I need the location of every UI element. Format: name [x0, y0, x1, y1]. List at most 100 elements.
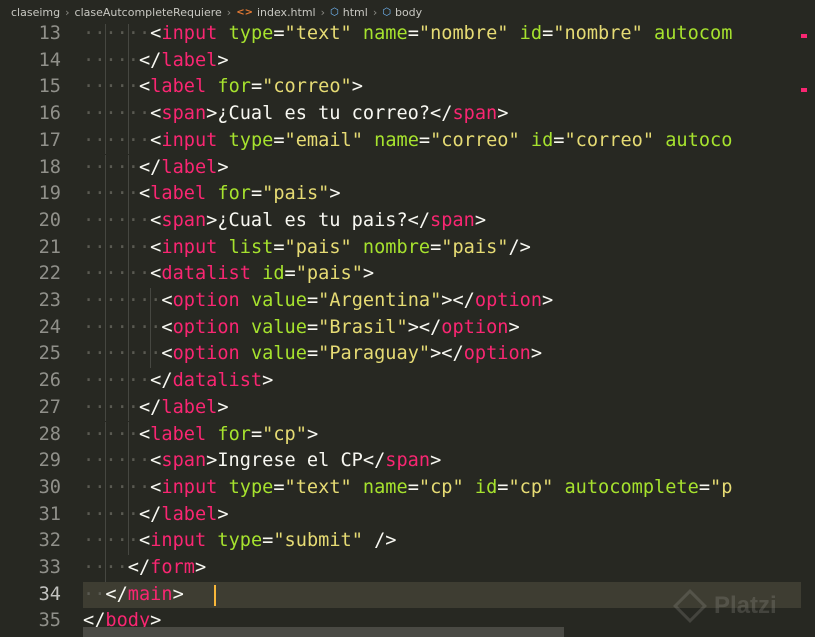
attribute-token: for — [217, 423, 251, 445]
code-line[interactable]: 24 ·······<option value="Brasil"></option… — [0, 314, 815, 342]
breadcrumb-item-body[interactable]: body — [395, 6, 422, 19]
horizontal-scrollbar[interactable] — [83, 627, 564, 637]
punctuation-token — [217, 130, 228, 151]
line-number: 26 — [38, 370, 61, 392]
code-line[interactable]: 29 ······<span>Ingrese el CP</span> — [0, 448, 815, 475]
modified-marker — [801, 34, 807, 38]
tag-name-token: option — [441, 316, 509, 338]
string-token: "submit" — [273, 530, 363, 552]
line-number: 19 — [38, 183, 61, 205]
tag-name-token: input — [161, 23, 218, 44]
punctuation-token — [352, 477, 363, 498]
punctuation-token: = — [250, 183, 263, 205]
breadcrumb-item-folder[interactable]: claseAutcompleteRequiere — [75, 6, 222, 19]
punctuation-token — [363, 130, 374, 151]
string-token: "pais" — [284, 236, 352, 258]
tag-name-token: label — [161, 49, 218, 71]
code-text[interactable]: ······<input type="text" name="nombre" i… — [83, 21, 732, 48]
code-line[interactable]: 17 ······<input type="email" name="correo… — [0, 127, 815, 155]
code-text[interactable]: ·······<option value="Paraguay"></option… — [83, 341, 542, 368]
indent-guide — [105, 341, 107, 369]
indent-guide — [127, 101, 129, 128]
code-text[interactable]: ······<span>¿Cual es tu pais?</span> — [83, 208, 486, 235]
code-text[interactable]: ·····<label for="cp"> — [83, 422, 318, 449]
code-line[interactable]: 26 ······</datalist> — [0, 368, 815, 395]
indent-guide — [127, 448, 129, 475]
punctuation-token: >Ingrese el CP</ — [206, 450, 386, 472]
code-line[interactable]: 33 ····</form> — [0, 555, 815, 582]
punctuation-token: < — [150, 476, 162, 498]
punctuation-token — [240, 290, 251, 311]
indent-guide — [105, 528, 107, 555]
punctuation-token: </ — [138, 156, 162, 178]
breadcrumb-item-html[interactable]: html — [343, 6, 368, 19]
indent-guide — [105, 74, 107, 102]
indent-guide — [127, 474, 129, 502]
code-text[interactable]: ······<span>¿Cual es tu correo?</span> — [83, 101, 508, 128]
code-line[interactable]: 23 ·······<option value="Argentina"></opt… — [0, 288, 815, 315]
breadcrumb-item-claseimg[interactable]: claseimg — [11, 6, 60, 19]
whitespace-indicator: ······ — [83, 476, 151, 498]
code-text[interactable]: ·····<input type="submit" /> — [83, 528, 397, 555]
tag-name-token: main — [127, 583, 173, 605]
tag-name-token: label — [150, 183, 207, 205]
code-text[interactable]: ······<input list="pais" nombre="pais"/> — [83, 235, 531, 262]
code-line[interactable]: 15 ·····<label for="correo"> — [0, 74, 815, 102]
punctuation-token — [240, 317, 251, 338]
code-line[interactable]: 32 ·····<input type="submit" /> — [0, 528, 815, 555]
code-line[interactable]: 28 ·····<label for="cp"> — [0, 421, 815, 449]
breadcrumb-item-file[interactable]: index.html — [257, 6, 316, 19]
string-token: "pais" — [262, 183, 330, 205]
attribute-token: type — [217, 530, 263, 552]
code-line[interactable]: 31 ·····</label> — [0, 501, 815, 529]
vertical-scrollbar[interactable] — [801, 20, 815, 637]
punctuation-token: = — [273, 23, 285, 44]
punctuation-token: = — [407, 23, 419, 44]
tag-name-token: span — [430, 209, 475, 231]
code-line[interactable]: 20 ······<span>¿Cual es tu pais?</span> — [0, 207, 815, 235]
tag-name-token: option — [463, 343, 531, 365]
code-text[interactable]: ·······<option value="Brasil"></option> — [83, 315, 520, 342]
code-text[interactable]: ······<span>Ingrese el CP</span> — [83, 448, 441, 475]
punctuation-token — [206, 530, 217, 551]
code-line[interactable]: 14 ·····</label> — [0, 47, 815, 75]
code-text[interactable]: ······<input type="email" name="correo" … — [83, 128, 732, 155]
code-text[interactable]: ··</main> — [83, 582, 184, 609]
code-line[interactable]: 22 ······<datalist id="pais"> — [0, 261, 815, 288]
whitespace-indicator: ······ — [83, 103, 151, 125]
whitespace-indicator: ····· — [83, 49, 139, 71]
punctuation-token: > — [217, 49, 229, 71]
indent-guide — [150, 341, 152, 369]
code-text[interactable]: ·······<option value="Argentina"></optio… — [83, 288, 553, 315]
code-line[interactable]: 30 ······<input type="text" name="cp" id=… — [0, 474, 815, 502]
string-token: "correo" — [430, 129, 520, 151]
indent-guide — [150, 314, 152, 342]
code-text[interactable]: ······<datalist id="pais"> — [83, 261, 374, 288]
code-text[interactable]: ······</datalist> — [83, 368, 273, 395]
string-token: "p — [710, 476, 733, 498]
code-line[interactable]: 21 ······<input list="pais" nombre="pais"… — [0, 234, 815, 262]
code-text[interactable]: ·····<label for="correo"> — [83, 74, 363, 101]
code-line[interactable]: 25 ·······<option value="Paraguay"></opti… — [0, 341, 815, 369]
code-line[interactable]: 18 ·····</label> — [0, 154, 815, 182]
attribute-token: name — [362, 476, 408, 498]
code-line[interactable]: 13 ······<input type="text" name="nombre"… — [0, 21, 815, 48]
indent-guide — [127, 421, 129, 449]
line-number: 14 — [38, 49, 61, 71]
code-text[interactable]: ····</form> — [83, 555, 206, 582]
code-line[interactable]: 16 ······<span>¿Cual es tu correo?</span> — [0, 101, 815, 128]
code-line[interactable]: 27 ·····</label> — [0, 394, 815, 422]
punctuation-token — [217, 237, 228, 258]
attribute-token: autocomplete — [564, 476, 699, 498]
code-line[interactable]: 19 ·····<label for="pais"> — [0, 181, 815, 208]
line-number: 32 — [38, 530, 61, 552]
punctuation-token: </ — [105, 583, 128, 605]
code-editor[interactable]: 13 ······<input type="text" name="nombre"… — [0, 20, 815, 637]
attribute-token: autoco — [665, 129, 733, 151]
punctuation-token: > — [329, 183, 341, 205]
code-text[interactable]: ·····<label for="pais"> — [83, 181, 341, 208]
code-text[interactable]: ······<input type="text" name="cp" id="c… — [83, 475, 732, 502]
punctuation-token: < — [150, 450, 162, 472]
punctuation-token: > — [351, 76, 363, 98]
punctuation-token: = — [542, 23, 554, 44]
